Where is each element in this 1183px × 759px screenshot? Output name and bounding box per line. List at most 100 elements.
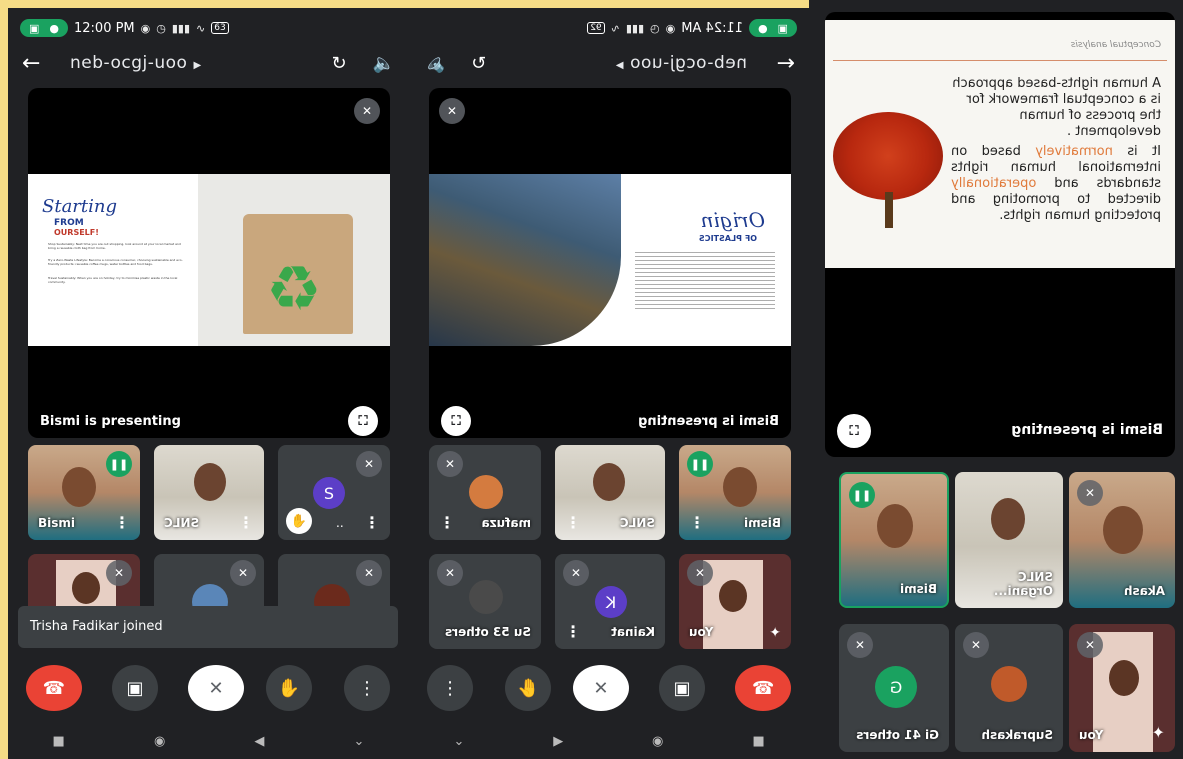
phone-screen-3: Conceptual analysis A human rights-based… xyxy=(809,0,1183,759)
presentation-area: ✕ Starting FROM OURSELF! Shop Sustainabl… xyxy=(28,88,390,438)
home-icon[interactable]: ◉ xyxy=(652,734,663,749)
fullscreen-icon[interactable]: ⛶ xyxy=(837,414,871,448)
participant-tile[interactable]: SNLC Organi... xyxy=(955,472,1063,608)
participant-tile[interactable]: ✕ ✦ You xyxy=(1069,624,1175,752)
camera-button[interactable]: ▣ xyxy=(659,665,705,711)
back-icon[interactable]: ◀ xyxy=(553,734,563,749)
more-options-button[interactable]: ⋮ xyxy=(344,665,390,711)
participant-name: Suprakash xyxy=(981,728,1053,742)
participant-face xyxy=(1109,660,1139,696)
plastic-boat-photo xyxy=(429,174,621,346)
back-icon[interactable]: ◀ xyxy=(254,734,264,749)
camera-switch-icon[interactable]: ↻ xyxy=(471,53,486,74)
mic-off-icon: ✕ xyxy=(439,98,465,124)
participant-name: Kainat xyxy=(611,625,655,639)
end-call-button[interactable]: ☎ xyxy=(735,665,791,711)
signal-icon: ▮▮▮ xyxy=(171,21,191,35)
mic-off-icon: ✕ xyxy=(356,560,382,586)
more-vert-icon[interactable]: ⋮ xyxy=(238,513,254,532)
camera-icon: ▣ xyxy=(126,677,144,699)
participant-tile[interactable]: ✕ ✦ You xyxy=(679,554,791,649)
presenting-label: Bismi is presenting xyxy=(1011,422,1163,438)
raise-hand-icon: ✋ xyxy=(516,677,540,699)
chevron-right-icon: ▶ xyxy=(615,60,624,71)
avatar: S xyxy=(313,477,345,509)
speaker-icon[interactable]: 🔈 xyxy=(423,53,445,74)
mic-off-icon: ✕ xyxy=(208,677,224,699)
participant-tile[interactable]: ✕ Akash xyxy=(1069,472,1175,608)
camera-button[interactable]: ▣ xyxy=(112,665,158,711)
android-nav-bar: ■ ◉ ◀ ⌄ xyxy=(409,729,809,753)
speaker-icon[interactable]: 🔈 xyxy=(373,53,395,74)
chevron-down-icon[interactable]: ⌄ xyxy=(354,734,365,749)
participant-tile[interactable]: SNLC ⋮ xyxy=(555,445,665,540)
participant-video xyxy=(877,504,913,548)
camera-icon: ▣ xyxy=(673,677,691,699)
camera-switch-icon[interactable]: ↻ xyxy=(331,53,346,74)
raise-hand-icon: ✋ xyxy=(277,677,301,699)
speaking-icon: ❚❚ xyxy=(849,482,875,508)
more-vert-icon: ⋮ xyxy=(358,677,376,699)
participant-name: SNLC Organi... xyxy=(993,570,1053,598)
meeting-code[interactable]: neb-ocgj-uoo▶ xyxy=(70,53,202,73)
wifi-icon: ∿ xyxy=(196,21,206,35)
more-vert-icon[interactable]: ⋮ xyxy=(689,513,705,532)
recents-icon[interactable]: ■ xyxy=(53,734,65,749)
participant-tile[interactable]: ✕ S ✋ .. ⋮ xyxy=(278,445,390,540)
participant-name: Bismi xyxy=(743,516,781,530)
more-vert-icon[interactable]: ⋮ xyxy=(565,513,581,532)
participant-video xyxy=(593,463,625,501)
chevron-down-icon[interactable]: ⌄ xyxy=(453,734,464,749)
mic-off-icon: ✕ xyxy=(354,98,380,124)
participant-name: You xyxy=(1079,728,1104,742)
arrow-left-icon[interactable]: ← xyxy=(22,51,52,76)
presenting-label: Bismi is presenting xyxy=(40,414,181,429)
participant-tile[interactable]: ✕ Suprakash xyxy=(955,624,1063,752)
android-nav-bar: ■ ◉ ◀ ⌄ xyxy=(8,729,409,753)
alarm-icon: ◷ xyxy=(650,21,660,35)
participant-tile[interactable]: ❚❚ Bismi ⋮ xyxy=(679,445,791,540)
more-vert-icon[interactable]: ⋮ xyxy=(439,513,455,532)
participant-tile[interactable]: ✕ K Kainat ⋮ xyxy=(555,554,665,649)
signal-icon: ▮▮▮ xyxy=(625,21,645,35)
presentation-area: Conceptual analysis A human rights-based… xyxy=(825,12,1175,457)
slide-bullet-3: Travel Sustainably: When you are on holi… xyxy=(48,276,178,284)
recents-icon[interactable]: ■ xyxy=(752,734,764,749)
wifi-icon: ∿ xyxy=(610,21,620,35)
participant-tile[interactable]: SNLC ⋮ xyxy=(154,445,264,540)
mic-off-icon: ✕ xyxy=(106,560,132,586)
participant-tile[interactable]: ✕ mafuza ⋮ xyxy=(429,445,541,540)
more-vert-icon[interactable]: ⋮ xyxy=(364,513,380,532)
sparkle-icon[interactable]: ✦ xyxy=(1152,723,1165,742)
alarm-icon: ◷ xyxy=(156,21,166,35)
tree-image xyxy=(833,112,943,200)
status-time: 12:00 PM xyxy=(74,20,135,36)
participant-tile[interactable]: ✕ G Gi 41 others xyxy=(839,624,949,752)
end-call-button[interactable]: ☎ xyxy=(26,665,82,711)
raise-hand-button[interactable]: ✋ xyxy=(505,665,551,711)
avatar: K xyxy=(595,586,627,618)
participant-tile[interactable]: ✕ Su 53 others xyxy=(429,554,541,649)
fullscreen-icon[interactable]: ⛶ xyxy=(441,406,471,436)
mic-button[interactable]: ✕ xyxy=(188,665,244,711)
raise-hand-button[interactable]: ✋ xyxy=(266,665,312,711)
more-vert-icon[interactable]: ⋮ xyxy=(565,622,581,641)
arrow-left-icon[interactable]: ← xyxy=(765,51,795,76)
presentation-area: ✕ Origin OF PLASTICS Bismi is presenting… xyxy=(429,88,791,438)
mic-button[interactable]: ✕ xyxy=(573,665,629,711)
status-bar: ▣ ● 11:24 AM ◉ ◷ ▮▮▮ ∿ 92 xyxy=(409,18,809,38)
recycle-icon: ♻ xyxy=(266,252,322,325)
slide-title-2: FROM xyxy=(54,218,84,228)
mic-off-icon: ✕ xyxy=(1077,632,1103,658)
meeting-top-bar: ← neb-ocgj-uoo▶ ↻ 🔈 xyxy=(409,48,809,78)
slide-title: Starting xyxy=(42,196,118,217)
participant-tile[interactable]: ❚❚ Bismi ⋮ xyxy=(28,445,140,540)
participant-tile[interactable]: ❚❚ Bismi xyxy=(839,472,949,608)
more-vert-icon[interactable]: ⋮ xyxy=(114,513,130,532)
meeting-top-bar: ← neb-ocgj-uoo▶ ↻ 🔈 xyxy=(8,48,409,78)
meeting-code[interactable]: neb-ocgj-uoo▶ xyxy=(615,53,747,73)
home-icon[interactable]: ◉ xyxy=(154,734,165,749)
more-options-button[interactable]: ⋮ xyxy=(427,665,473,711)
sparkle-icon[interactable]: ✦ xyxy=(769,625,781,641)
fullscreen-icon[interactable]: ⛶ xyxy=(348,406,378,436)
